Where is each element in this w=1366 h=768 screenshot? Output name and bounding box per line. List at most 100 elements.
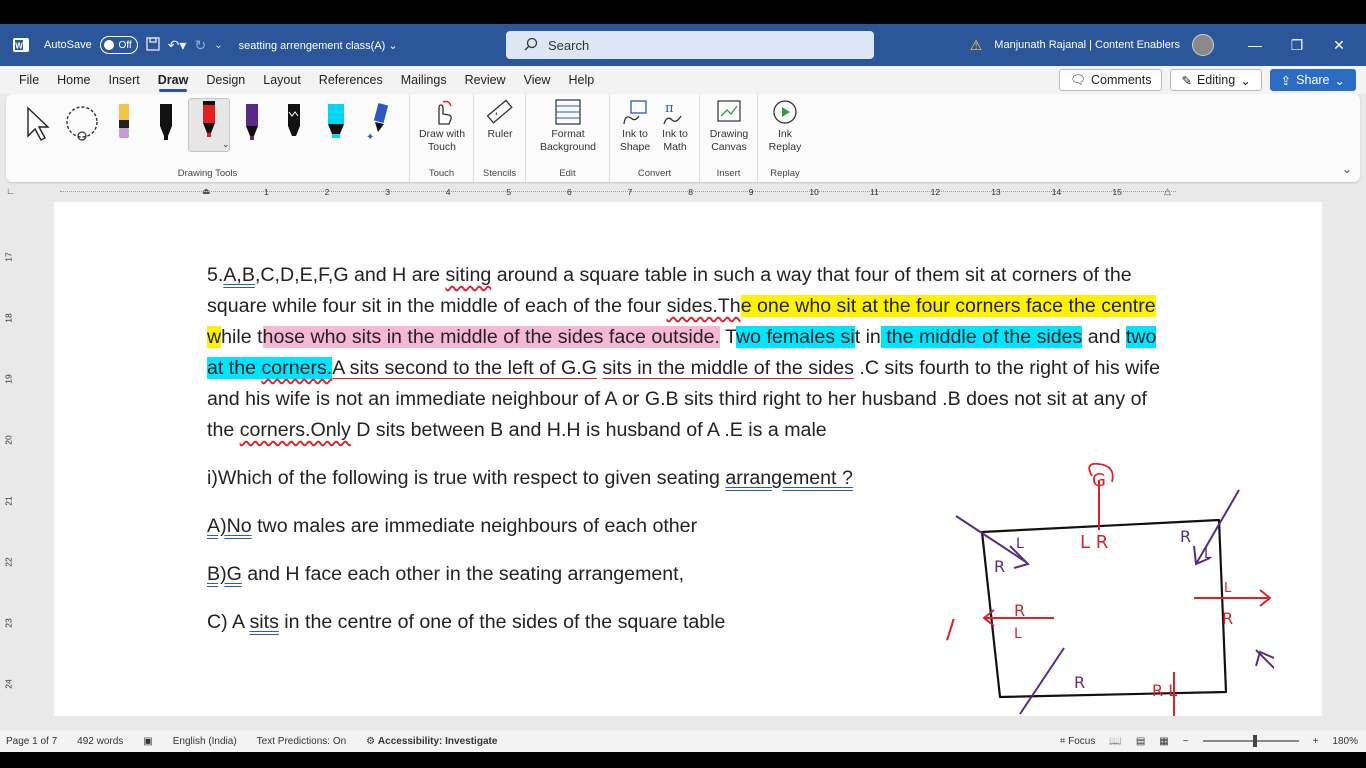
zoom-level[interactable]: 180% (1332, 736, 1358, 747)
zoom-slider-thumb[interactable] (1252, 735, 1257, 747)
ribbon-collapse-icon[interactable]: ⌄ (1342, 162, 1352, 176)
ink-to-shape-button[interactable]: Ink to Shape (616, 98, 654, 154)
zoom-slider[interactable] (1202, 735, 1299, 747)
vertical-ruler[interactable]: 17 18 19 20 21 22 23 24 (0, 202, 22, 730)
ink-corner-bl-r: R (1074, 673, 1085, 692)
stencils-group: Ruler Stencils (474, 94, 526, 182)
redo-icon[interactable]: ↻ (194, 37, 206, 54)
minimize-icon[interactable]: — (1240, 37, 1270, 53)
share-button[interactable]: ⇪ Share ⌄ (1269, 69, 1356, 91)
drawing-canvas-button[interactable]: Drawing Canvas (700, 98, 758, 154)
chevron-down-icon: ⌄ (1334, 73, 1345, 88)
ruler-number: 7 (627, 187, 633, 197)
warning-icon[interactable]: ⚠ (970, 37, 983, 54)
word-count[interactable]: 492 words (77, 736, 123, 747)
save-icon[interactable] (146, 36, 160, 54)
red-pen-selected[interactable]: ⌄ (188, 98, 230, 152)
avatar[interactable] (1192, 34, 1214, 56)
ruler-number: 6 (567, 187, 572, 197)
ink-seating-diagram[interactable]: G L R R L R L L R R L / R L R (934, 442, 1274, 716)
ink-top-letter: G (1092, 470, 1106, 491)
replay-label: Replay (770, 168, 800, 179)
ruler-number: 18 (3, 313, 14, 323)
autosave-toggle[interactable]: Off (99, 36, 138, 54)
format-background-icon (555, 99, 581, 125)
web-layout-icon[interactable]: ▦ (1159, 736, 1168, 747)
focus-button[interactable]: ⌗ Focus (1060, 736, 1096, 747)
document-page[interactable]: 5.A,B,C,D,E,F,G and H are siting around … (54, 202, 1322, 716)
editing-button[interactable]: ✎ Editing ⌄ (1170, 69, 1262, 91)
undo-icon[interactable]: ↶▾ (168, 37, 187, 54)
pencil-icon: ✎ (1181, 73, 1192, 88)
left-indent-marker-icon[interactable]: ⏏ (202, 186, 211, 197)
ink-right-l: L (1224, 581, 1232, 596)
text-predictions[interactable]: Text Predictions: On (257, 736, 346, 747)
ink-corner-tr-l: L (1204, 546, 1212, 562)
page-count[interactable]: Page 1 of 7 (6, 736, 57, 747)
tab-review[interactable]: Review (456, 66, 515, 94)
accessibility-status[interactable]: ⚙ Accessibility: Investigate (366, 736, 497, 747)
ruler-number: 11 (870, 187, 879, 197)
close-icon[interactable]: ✕ (1324, 37, 1354, 54)
sparkle-pen-icon[interactable]: ✦ (364, 102, 392, 148)
ruler-number: 9 (748, 187, 754, 197)
ruler-number: 10 (809, 187, 819, 197)
lasso-select-icon[interactable] (62, 102, 102, 148)
question-paragraph: 5.A,B,C,D,E,F,G and H are siting around … (207, 264, 1160, 441)
ink-to-math-button[interactable]: π Ink to Math (656, 98, 694, 154)
eraser-pen-icon[interactable] (110, 102, 138, 148)
tab-mailings[interactable]: Mailings (392, 66, 456, 94)
draw-with-touch-button[interactable]: Draw with Touch (410, 98, 474, 154)
ink-to-shape-icon (623, 100, 647, 125)
horizontal-ruler[interactable]: ∟ ⏏ △ 1 2 3 4 5 6 7 8 9 10 11 12 13 14 15 (0, 184, 1366, 200)
ribbon-tabs: File Home Insert Draw Design Layout References… (0, 66, 1366, 94)
tab-insert[interactable]: Insert (100, 66, 149, 94)
print-layout-icon[interactable]: ▤ (1136, 736, 1145, 747)
replay-group: Ink Replay Replay (758, 94, 812, 182)
tab-references[interactable]: References (310, 66, 392, 94)
tab-layout[interactable]: Layout (254, 66, 310, 94)
ruler-number: 21 (3, 496, 14, 506)
tab-selector-icon[interactable]: ∟ (6, 186, 15, 196)
ink-top-lr: L R (1080, 532, 1108, 553)
tab-home[interactable]: Home (48, 66, 99, 94)
select-arrow-icon[interactable] (22, 102, 50, 148)
tab-view[interactable]: View (515, 66, 560, 94)
autosave-label: AutoSave (44, 39, 92, 51)
zoom-out-icon[interactable]: − (1183, 736, 1189, 747)
tab-draw[interactable]: Draw (149, 66, 198, 94)
ink-replay-button[interactable]: Ink Replay (758, 98, 812, 154)
tab-file[interactable]: File (10, 66, 48, 94)
accessibility-icon: ⚙ (366, 735, 376, 747)
format-background-button[interactable]: Format Background (526, 98, 610, 154)
svg-text:✦: ✦ (366, 132, 374, 143)
galaxy-pen-icon[interactable] (280, 102, 308, 148)
purple-pen-icon[interactable] (238, 102, 266, 148)
comments-button[interactable]: 🗨 Comments (1059, 69, 1163, 91)
comment-icon: 🗨 (1070, 72, 1087, 87)
language[interactable]: English (India) (173, 736, 237, 747)
user-name[interactable]: Manjunath Rajanal | Content Enablers (994, 39, 1180, 51)
ruler-number: 14 (1051, 187, 1062, 197)
black-pen-icon[interactable] (152, 102, 180, 148)
tab-design[interactable]: Design (197, 66, 254, 94)
zoom-in-icon[interactable]: + (1313, 736, 1319, 747)
cyan-highlighter-icon[interactable] (322, 102, 350, 148)
proofing-icon[interactable]: ▣ (143, 736, 152, 747)
ink-replay-icon (773, 100, 797, 124)
ruler-number: 12 (930, 187, 941, 197)
share-icon: ⇪ (1280, 73, 1292, 88)
convert-label: Convert (637, 168, 672, 179)
ruler-button[interactable]: Ruler (474, 98, 526, 141)
word-app-icon: W (12, 37, 30, 53)
tab-help[interactable]: Help (559, 66, 603, 94)
restore-icon[interactable]: ❐ (1282, 37, 1312, 54)
search-placeholder: Search (548, 37, 590, 53)
right-indent-marker-icon[interactable]: △ (1164, 186, 1171, 197)
customize-toolbar-icon[interactable]: ⌄ (214, 40, 222, 51)
search-box[interactable]: Search (506, 31, 874, 59)
ruler-number: 4 (445, 187, 451, 197)
read-mode-icon[interactable]: 📖 (1109, 736, 1121, 747)
touch-hand-icon (438, 100, 452, 125)
document-title[interactable]: seatting arrengement class(A) ⌄ (239, 39, 398, 52)
